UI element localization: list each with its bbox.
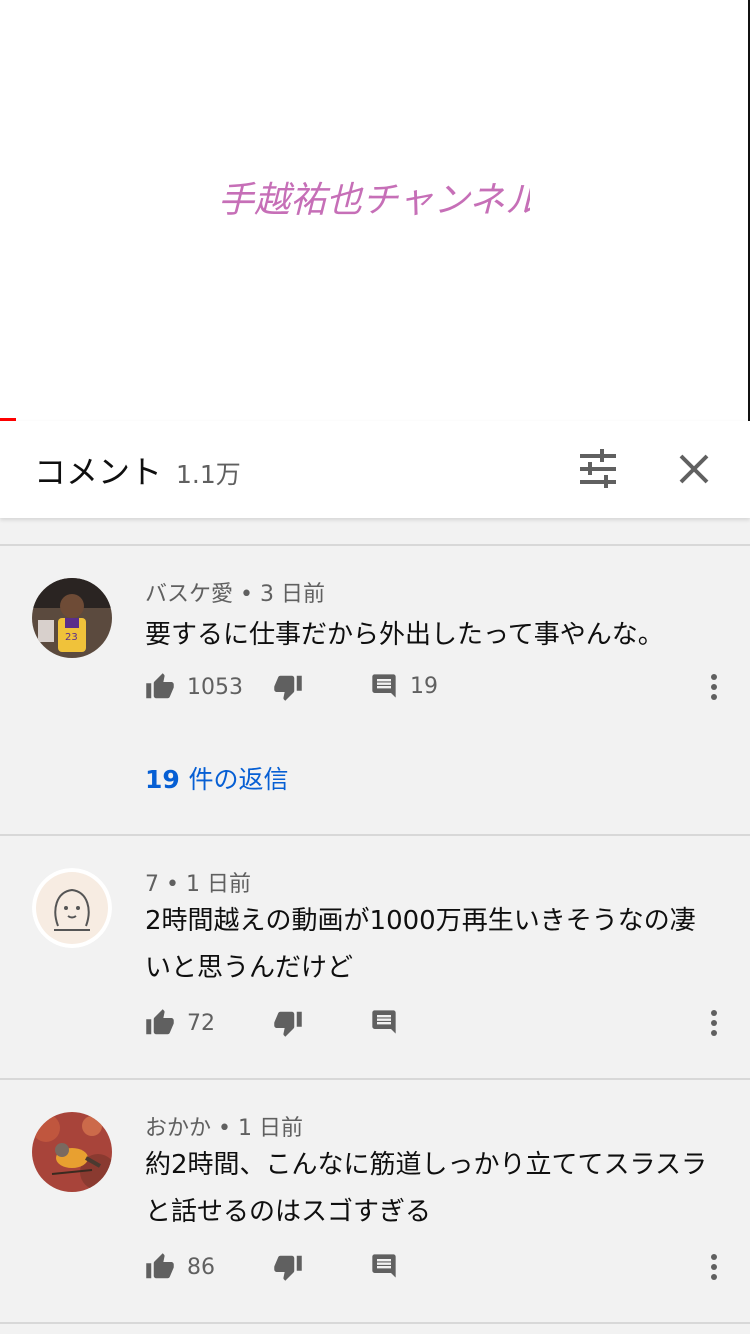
view-replies-count: 19: [145, 765, 180, 794]
view-replies-label: 件の返信: [188, 765, 289, 794]
comment-item: おかか • 1 日前 約2時間、こんなに筋道しっかり立ててスラスラと話せるのはス…: [0, 1080, 750, 1322]
view-replies-link[interactable]: 19 件の返信: [145, 760, 289, 796]
comments-count: 1.1万: [176, 460, 241, 489]
close-comments-button[interactable]: [672, 447, 716, 491]
thumbs-down-icon: [274, 675, 302, 701]
thumbs-down-icon: [274, 1255, 302, 1281]
comment-meta: おかか • 1 日前: [145, 1110, 303, 1142]
more-vertical-icon: [711, 1010, 717, 1036]
meta-separator: •: [166, 872, 186, 897]
comments-title: コメント: [34, 453, 163, 491]
svg-text:23: 23: [65, 632, 78, 643]
like-count: 72: [187, 1010, 215, 1036]
comment-actions: 72: [0, 1008, 750, 1052]
comment-item: 7 • 1 日前 2時間越えの動画が1000万再生いきそうなの凄いと思うんだけど…: [0, 836, 750, 1078]
comment-actions: 86: [0, 1252, 750, 1296]
tune-icon: [580, 449, 616, 488]
more-button[interactable]: [702, 1008, 726, 1038]
close-icon: [679, 454, 709, 484]
comment-list: 23 バスケ愛 • 3 日前 要するに仕事だから外出したって事やんな。 1053…: [0, 518, 750, 1324]
comment-icon: [372, 1254, 396, 1278]
sort-filter-button[interactable]: [576, 447, 620, 491]
thumbs-down-icon: [274, 1011, 302, 1037]
reply-button[interactable]: [370, 1008, 398, 1036]
like-button[interactable]: 1053: [145, 672, 243, 702]
comment-author[interactable]: おかか: [145, 1116, 211, 1141]
comment-text: 要するに仕事だから外出したって事やんな。: [145, 620, 664, 650]
thumbs-up-icon: [146, 673, 174, 699]
video-player[interactable]: 手越祐也チャンネル: [0, 0, 750, 421]
comment-time: 1 日前: [238, 1116, 303, 1141]
reply-button[interactable]: [370, 1252, 398, 1280]
avatar[interactable]: 23: [32, 578, 112, 658]
avatar[interactable]: [32, 868, 112, 948]
more-button[interactable]: [702, 1252, 726, 1282]
comment-text: 約2時間、こんなに筋道しっかり立ててスラスラと話せるのはスゴすぎる: [145, 1150, 708, 1227]
more-vertical-icon: [711, 1254, 717, 1280]
comment-actions: 1053 19: [0, 672, 750, 716]
comment-item: 23 バスケ愛 • 3 日前 要するに仕事だから外出したって事やんな。 1053…: [0, 546, 750, 834]
more-button[interactable]: [702, 672, 726, 702]
comments-header: コメント 1.1万: [0, 421, 750, 518]
comment-meta: 7 • 1 日前: [145, 866, 251, 898]
like-count: 86: [187, 1254, 215, 1280]
like-button[interactable]: 86: [145, 1252, 215, 1282]
comment-author[interactable]: 7: [145, 872, 159, 897]
more-vertical-icon: [711, 674, 717, 700]
comment-icon: [372, 674, 396, 698]
dislike-button[interactable]: [273, 1008, 303, 1038]
meta-separator: •: [218, 1116, 238, 1141]
comment-author[interactable]: バスケ愛: [145, 582, 233, 607]
svg-text:手越祐也チャンネル: 手越祐也チャンネル: [218, 180, 530, 221]
comment-time: 3 日前: [260, 582, 325, 607]
divider: [0, 1322, 750, 1324]
dislike-button[interactable]: [273, 1252, 303, 1282]
comment-icon: [372, 1010, 396, 1034]
comment-meta: バスケ愛 • 3 日前: [145, 576, 325, 608]
like-button[interactable]: 72: [145, 1008, 215, 1038]
dislike-button[interactable]: [273, 672, 303, 702]
thumbs-up-icon: [146, 1009, 174, 1035]
channel-logo: 手越祐也チャンネル: [218, 180, 530, 221]
like-count: 1053: [187, 674, 243, 700]
reply-button[interactable]: 19: [370, 672, 438, 700]
comment-time: 1 日前: [185, 872, 251, 897]
comment-text: 2時間越えの動画が1000万再生いきそうなの凄いと思うんだけど: [145, 906, 696, 983]
avatar[interactable]: [32, 1112, 112, 1192]
reply-count: 19: [410, 673, 438, 699]
meta-separator: •: [240, 582, 260, 607]
thumbs-up-icon: [146, 1253, 174, 1279]
